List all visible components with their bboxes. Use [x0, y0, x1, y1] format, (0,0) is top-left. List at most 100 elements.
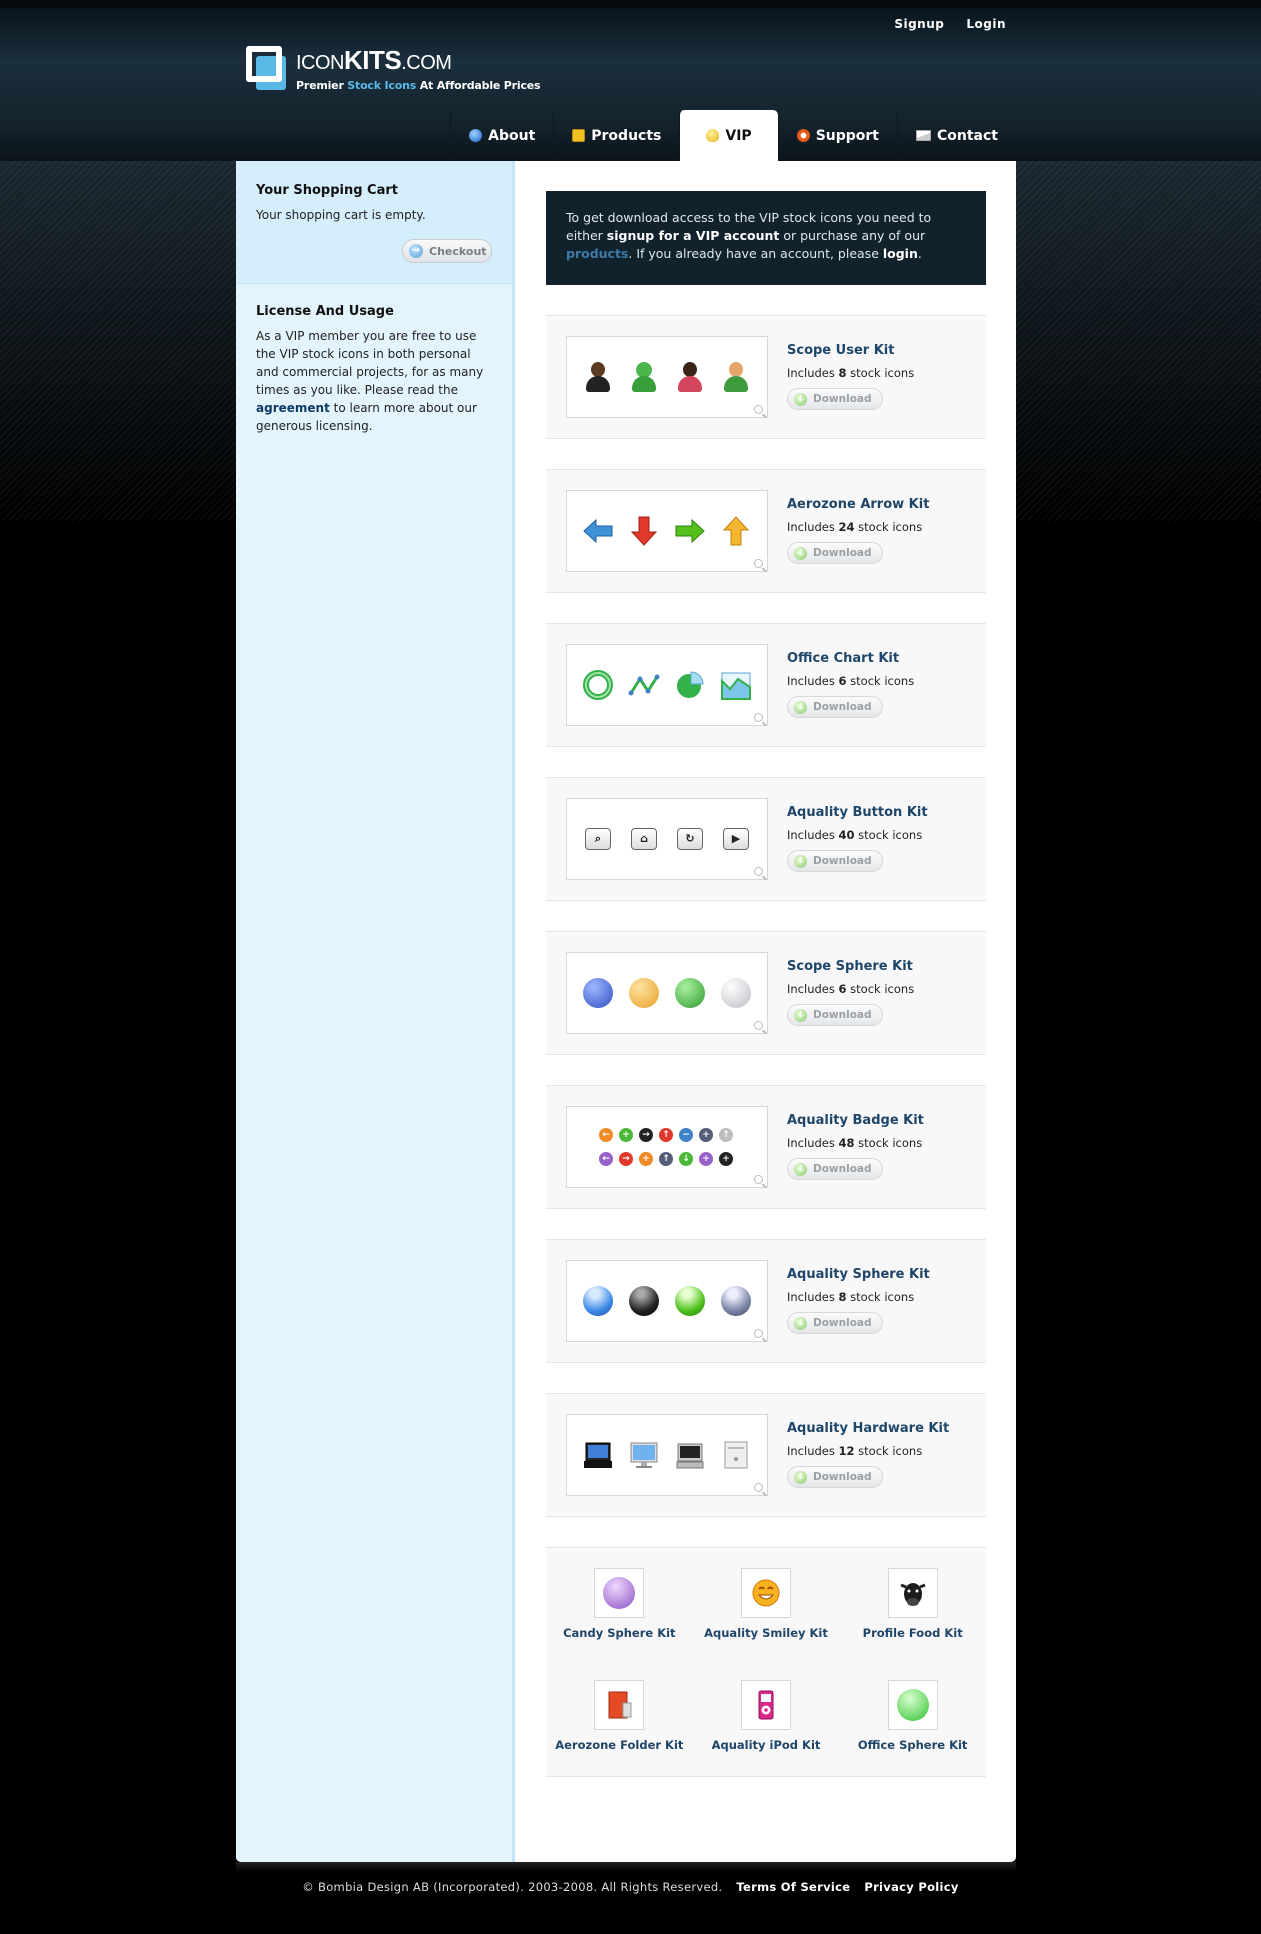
download-button[interactable]: ↓ Download: [787, 1004, 883, 1026]
terms-link[interactable]: Terms Of Service: [736, 1880, 850, 1894]
nav-about[interactable]: About: [450, 110, 553, 161]
signup-link[interactable]: Signup: [894, 17, 944, 31]
play-button-icon: ▶: [723, 828, 749, 850]
download-button[interactable]: ↓ Download: [787, 1312, 883, 1334]
kit-item: ← + → ↑ − + ↑ ← → + ↑ ↓ + + Aquality Bad…: [546, 1085, 986, 1209]
server-icon: [724, 1441, 748, 1469]
grid-kit-name[interactable]: Profile Food Kit: [863, 1626, 963, 1640]
agreement-link[interactable]: agreement: [256, 401, 330, 415]
folder-icon: [608, 1691, 632, 1719]
badge-icon: ←: [599, 1128, 613, 1142]
kit-preview[interactable]: [566, 1260, 768, 1342]
kit-preview[interactable]: [566, 952, 768, 1034]
notice-login-link[interactable]: login: [883, 246, 918, 261]
download-icon: ↓: [794, 1162, 807, 1176]
nav-vip-label: VIP: [725, 127, 752, 144]
grid-kit-item[interactable]: Aquality Smiley Kit: [693, 1568, 840, 1664]
download-icon: ↓: [794, 700, 807, 714]
kit-name[interactable]: Aquality Hardware Kit: [787, 1421, 949, 1436]
nav-support[interactable]: Support: [777, 110, 897, 161]
kit-count: Includes 8 stock icons: [787, 366, 915, 380]
kit-preview[interactable]: [566, 644, 768, 726]
lifebuoy-icon: [796, 129, 810, 142]
user-green-icon: [720, 361, 752, 393]
site-logo[interactable]: ICONKITS.COM Premier Stock Icons At Affo…: [246, 46, 541, 92]
arrow-right-icon: [675, 518, 705, 544]
download-icon: ↓: [794, 546, 807, 560]
badge-icon: ↑: [719, 1128, 733, 1142]
grid-kit-item[interactable]: Aerozone Folder Kit: [546, 1680, 693, 1776]
kit-name[interactable]: Scope Sphere Kit: [787, 959, 914, 974]
grid-kit-name[interactable]: Candy Sphere Kit: [563, 1626, 675, 1640]
ipod-icon: [758, 1690, 774, 1720]
orange-sphere-icon: [629, 978, 659, 1008]
kit-grid: Candy Sphere Kit Aquality Smiley Kit Pro…: [546, 1547, 986, 1777]
refresh-button-icon: ↻: [677, 828, 703, 850]
badge-icon: +: [619, 1128, 633, 1142]
grid-kit-item[interactable]: Candy Sphere Kit: [546, 1568, 693, 1664]
badge-icon: ↓: [679, 1152, 693, 1166]
download-button[interactable]: ↓ Download: [787, 850, 883, 872]
area-chart-icon: [721, 672, 751, 700]
badge-icon: +: [699, 1152, 713, 1166]
top-links: Signup Login: [894, 17, 1006, 31]
download-button[interactable]: ↓ Download: [787, 1466, 883, 1488]
signup-vip-link[interactable]: signup for a VIP account: [607, 228, 780, 243]
kit-name[interactable]: Scope User Kit: [787, 343, 914, 358]
grid-kit-name[interactable]: Aquality iPod Kit: [712, 1738, 821, 1752]
kit-name[interactable]: Aerozone Arrow Kit: [787, 497, 929, 512]
grid-kit-name[interactable]: Aquality Smiley Kit: [704, 1626, 828, 1640]
download-button[interactable]: ↓ Download: [787, 1158, 883, 1180]
kit-item: Office Chart Kit Includes 6 stock icons …: [546, 623, 986, 747]
kit-name[interactable]: Aquality Sphere Kit: [787, 1267, 930, 1282]
badge-icon: →: [619, 1152, 633, 1166]
kit-count: Includes 6 stock icons: [787, 674, 915, 688]
license-text: As a VIP member you are free to use the …: [256, 329, 484, 433]
download-button[interactable]: ↓ Download: [787, 388, 883, 410]
copyright-text: © Bombia Design AB (Incorporated). 2003-…: [302, 1880, 723, 1894]
grid-kit-item[interactable]: Profile Food Kit: [839, 1568, 986, 1664]
privacy-link[interactable]: Privacy Policy: [864, 1880, 958, 1894]
nav-products-label: Products: [591, 127, 662, 144]
kit-name[interactable]: Aquality Button Kit: [787, 805, 928, 820]
kit-preview[interactable]: ← + → ↑ − + ↑ ← → + ↑ ↓ + +: [566, 1106, 768, 1188]
download-icon: ↓: [794, 1470, 807, 1484]
badge-icon: +: [639, 1152, 653, 1166]
download-button[interactable]: ↓ Download: [787, 696, 883, 718]
laptop-icon: [584, 1442, 612, 1468]
grid-kit-item[interactable]: Aquality iPod Kit: [693, 1680, 840, 1776]
kit-preview[interactable]: [566, 1414, 768, 1496]
arrow-left-icon: [583, 518, 613, 544]
nav-contact[interactable]: Contact: [897, 110, 1016, 161]
kit-count: Includes 24 stock icons: [787, 520, 923, 534]
logo-tagline: Premier Stock Icons At Affordable Prices: [296, 79, 541, 92]
grid-kit-name[interactable]: Aerozone Folder Kit: [555, 1738, 683, 1752]
logo-icon: [246, 46, 290, 90]
grid-kit-item[interactable]: Office Sphere Kit: [839, 1680, 986, 1776]
kit-item: Scope User Kit Includes 8 stock icons ↓ D…: [546, 315, 986, 439]
zoom-icon: [754, 1021, 763, 1030]
products-link[interactable]: products: [566, 246, 628, 261]
zoom-icon: [754, 1175, 763, 1184]
kit-preview[interactable]: ⌕ ⌂ ↻ ▶: [566, 798, 768, 880]
zoom-icon: [754, 559, 763, 568]
kit-name[interactable]: Aquality Badge Kit: [787, 1113, 924, 1128]
kit-preview[interactable]: [566, 490, 768, 572]
license-section: License And Usage As a VIP member you ar…: [236, 284, 512, 455]
nav-vip[interactable]: VIP: [679, 110, 778, 161]
login-link[interactable]: Login: [966, 17, 1006, 31]
checkout-button[interactable]: → Checkout: [402, 239, 492, 263]
kit-preview[interactable]: [566, 336, 768, 418]
nav-products[interactable]: Products: [553, 110, 679, 161]
download-button[interactable]: ↓ Download: [787, 542, 883, 564]
gray-sphere-icon: [721, 978, 751, 1008]
grid-kit-name[interactable]: Office Sphere Kit: [858, 1738, 968, 1752]
donut-chart-icon: [583, 670, 613, 700]
kit-item: Aerozone Arrow Kit Includes 24 stock ico…: [546, 469, 986, 593]
kit-item: Scope Sphere Kit Includes 6 stock icons …: [546, 931, 986, 1055]
alien-icon: [628, 361, 660, 393]
computer-icon: [676, 1443, 704, 1469]
sidebar: Your Shopping Cart Your shopping cart is…: [236, 161, 515, 1862]
main-content: To get download access to the VIP stock …: [546, 191, 986, 1777]
kit-name[interactable]: Office Chart Kit: [787, 651, 914, 666]
